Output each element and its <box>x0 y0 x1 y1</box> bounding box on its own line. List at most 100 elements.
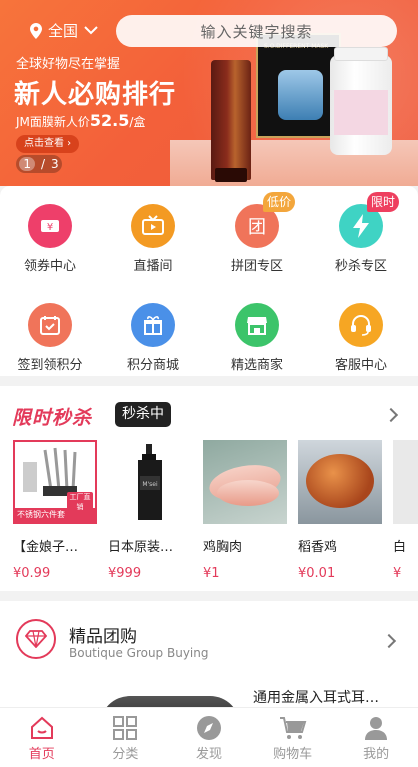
menu-label: 直播间 <box>133 259 173 274</box>
search-input[interactable]: 输入关键字搜索 <box>116 15 397 47</box>
flash-product-card[interactable]: 不锈钢六件套 工厂直销 【金娘子… ¥0.99 <box>13 440 99 581</box>
location-label: 全国 <box>48 22 79 40</box>
flash-sale-title: 限时秒杀 <box>12 407 93 429</box>
menu-label: 领券中心 <box>23 259 76 274</box>
banner-price: JM面膜新人价52.5/盒 <box>16 111 145 130</box>
product-image <box>393 440 418 524</box>
price-prefix: JM面膜新人价 <box>16 115 90 129</box>
menu-label: 精选商家 <box>230 358 283 373</box>
menu-item-flash-sale[interactable]: 限时 秒杀专区 <box>311 192 411 274</box>
coupon-icon: ¥ <box>28 204 72 248</box>
tab-profile[interactable]: 我的 <box>334 708 418 767</box>
menu-item-customer-service[interactable]: 客服中心 <box>311 303 411 373</box>
pager-current: 1 <box>19 157 35 171</box>
menu-item-merchants[interactable]: 精选商家 <box>207 303 307 373</box>
checkin-icon <box>28 303 72 347</box>
menu-item-coupons[interactable]: ¥ 领券中心 <box>0 204 100 274</box>
pager-total: 3 <box>51 157 59 171</box>
chevron-right-icon[interactable] <box>381 633 397 649</box>
menu-label: 积分商城 <box>126 358 179 373</box>
quick-menu: ¥ 领券中心 直播间 团 低价 拼团专区 限时 秒杀专区 签到领积分 积分商城 … <box>0 186 418 376</box>
location-pin-icon <box>30 22 42 39</box>
tab-label: 购物车 <box>273 747 313 762</box>
group-buy-section: 精品团购 Boutique Group Buying 通用金属入耳式耳… <box>0 601 418 736</box>
flash-icon: 限时 <box>339 192 399 248</box>
cream-tube-image <box>211 60 251 182</box>
location-selector[interactable]: 全国 <box>30 20 98 41</box>
tab-discover[interactable]: 发现 <box>167 708 251 767</box>
svg-text:M'sei: M'sei <box>142 481 158 488</box>
low-price-tag: 低价 <box>262 192 295 212</box>
flash-product-card[interactable]: 鸡胸肉 ¥1 <box>203 440 289 581</box>
product-name: 白 <box>393 540 407 555</box>
roast-chicken-image <box>298 440 382 524</box>
tab-label: 首页 <box>28 747 55 762</box>
banner-headline: 新人必购排行 <box>14 80 177 110</box>
product-price: ¥ <box>393 566 402 581</box>
svg-text:¥: ¥ <box>47 222 53 233</box>
tab-label: 发现 <box>195 747 222 762</box>
menu-item-checkin[interactable]: 签到领积分 <box>0 303 100 373</box>
view-details-label: 点击查看 <box>24 138 64 149</box>
group-buy-subtitle: Boutique Group Buying <box>69 646 209 660</box>
knife-set-image: 不锈钢六件套 工厂直销 <box>13 440 97 524</box>
chicken-breast-image <box>203 440 287 524</box>
promo-banner[interactable]: S.O.DIFFERENT MASK 全国 输入关键字搜索 全球好物尽在掌握 新… <box>0 0 418 186</box>
banner-pager: 1 / 3 <box>16 155 62 173</box>
pager-separator: / <box>40 157 46 171</box>
flash-product-card[interactable]: 稻香鸡 ¥0.01 <box>298 440 384 581</box>
product-name: 日本原装… <box>108 540 174 555</box>
bottom-tab-bar: 首页 分类 发现 购物车 我的 <box>0 707 418 767</box>
factory-badge: 工厂直销 <box>67 492 93 512</box>
flash-product-card[interactable]: M'sei 日本原装… ¥999 <box>108 440 194 581</box>
menu-item-live[interactable]: 直播间 <box>103 204 203 274</box>
group-glyph: 团 <box>248 217 266 238</box>
banner-slogan: 全球好物尽在掌握 <box>16 57 121 72</box>
profile-icon <box>362 715 390 741</box>
discover-icon <box>195 715 223 741</box>
limited-time-tag: 限时 <box>366 192 399 212</box>
search-placeholder: 输入关键字搜索 <box>200 22 313 41</box>
supplement-bottle-image <box>330 47 392 155</box>
price-value: 52.5 <box>89 111 130 130</box>
group-buy-title: 精品团购 <box>69 627 137 647</box>
tab-category[interactable]: 分类 <box>84 708 168 767</box>
tab-label: 我的 <box>363 747 390 762</box>
price-suffix: /盒 <box>129 115 146 129</box>
product-price: ¥0.01 <box>298 566 336 581</box>
product-price: ¥0.99 <box>13 566 51 581</box>
menu-label: 签到领积分 <box>17 358 83 373</box>
mask-box-image: S.O.DIFFERENT MASK <box>256 33 341 138</box>
menu-item-group-buy[interactable]: 团 低价 拼团专区 <box>207 192 307 274</box>
product-name: 鸡胸肉 <box>203 540 243 555</box>
category-icon <box>111 715 139 741</box>
group-product-name[interactable]: 通用金属入耳式耳… <box>253 687 379 707</box>
chevron-down-icon <box>84 26 98 35</box>
product-price: ¥1 <box>203 566 220 581</box>
product-price: ¥999 <box>108 566 142 581</box>
gift-icon <box>131 303 175 347</box>
menu-label: 拼团专区 <box>230 259 283 274</box>
menu-item-points-mall[interactable]: 积分商城 <box>103 303 203 373</box>
tab-cart[interactable]: 购物车 <box>251 708 335 767</box>
cart-icon <box>279 715 307 741</box>
flash-sale-section: 限时秒杀 秒杀中 不锈钢六件套 工厂直销 【金娘子… ¥0.99 M'sei 日… <box>0 386 418 591</box>
product-name: 【金娘子… <box>13 540 79 555</box>
flash-product-card[interactable]: 白 ¥ <box>393 440 418 581</box>
home-icon <box>28 715 56 741</box>
tab-home[interactable]: 首页 <box>0 708 84 767</box>
flash-sale-status: 秒杀中 <box>115 402 171 427</box>
view-details-button[interactable]: 点击查看 › <box>16 135 80 153</box>
menu-label: 秒杀专区 <box>334 259 387 274</box>
product-name: 稻香鸡 <box>298 540 338 555</box>
menu-label: 客服中心 <box>334 358 387 373</box>
shop-icon <box>235 303 279 347</box>
live-tv-icon <box>131 204 175 248</box>
service-icon <box>339 303 383 347</box>
chevron-right-icon[interactable] <box>383 407 399 423</box>
tab-label: 分类 <box>112 747 139 762</box>
group-buy-icon: 团 低价 <box>235 192 295 248</box>
page: S.O.DIFFERENT MASK 全国 输入关键字搜索 全球好物尽在掌握 新… <box>0 0 418 767</box>
diamond-icon <box>16 619 56 659</box>
shampoo-bottle-image: M'sei <box>108 440 192 524</box>
